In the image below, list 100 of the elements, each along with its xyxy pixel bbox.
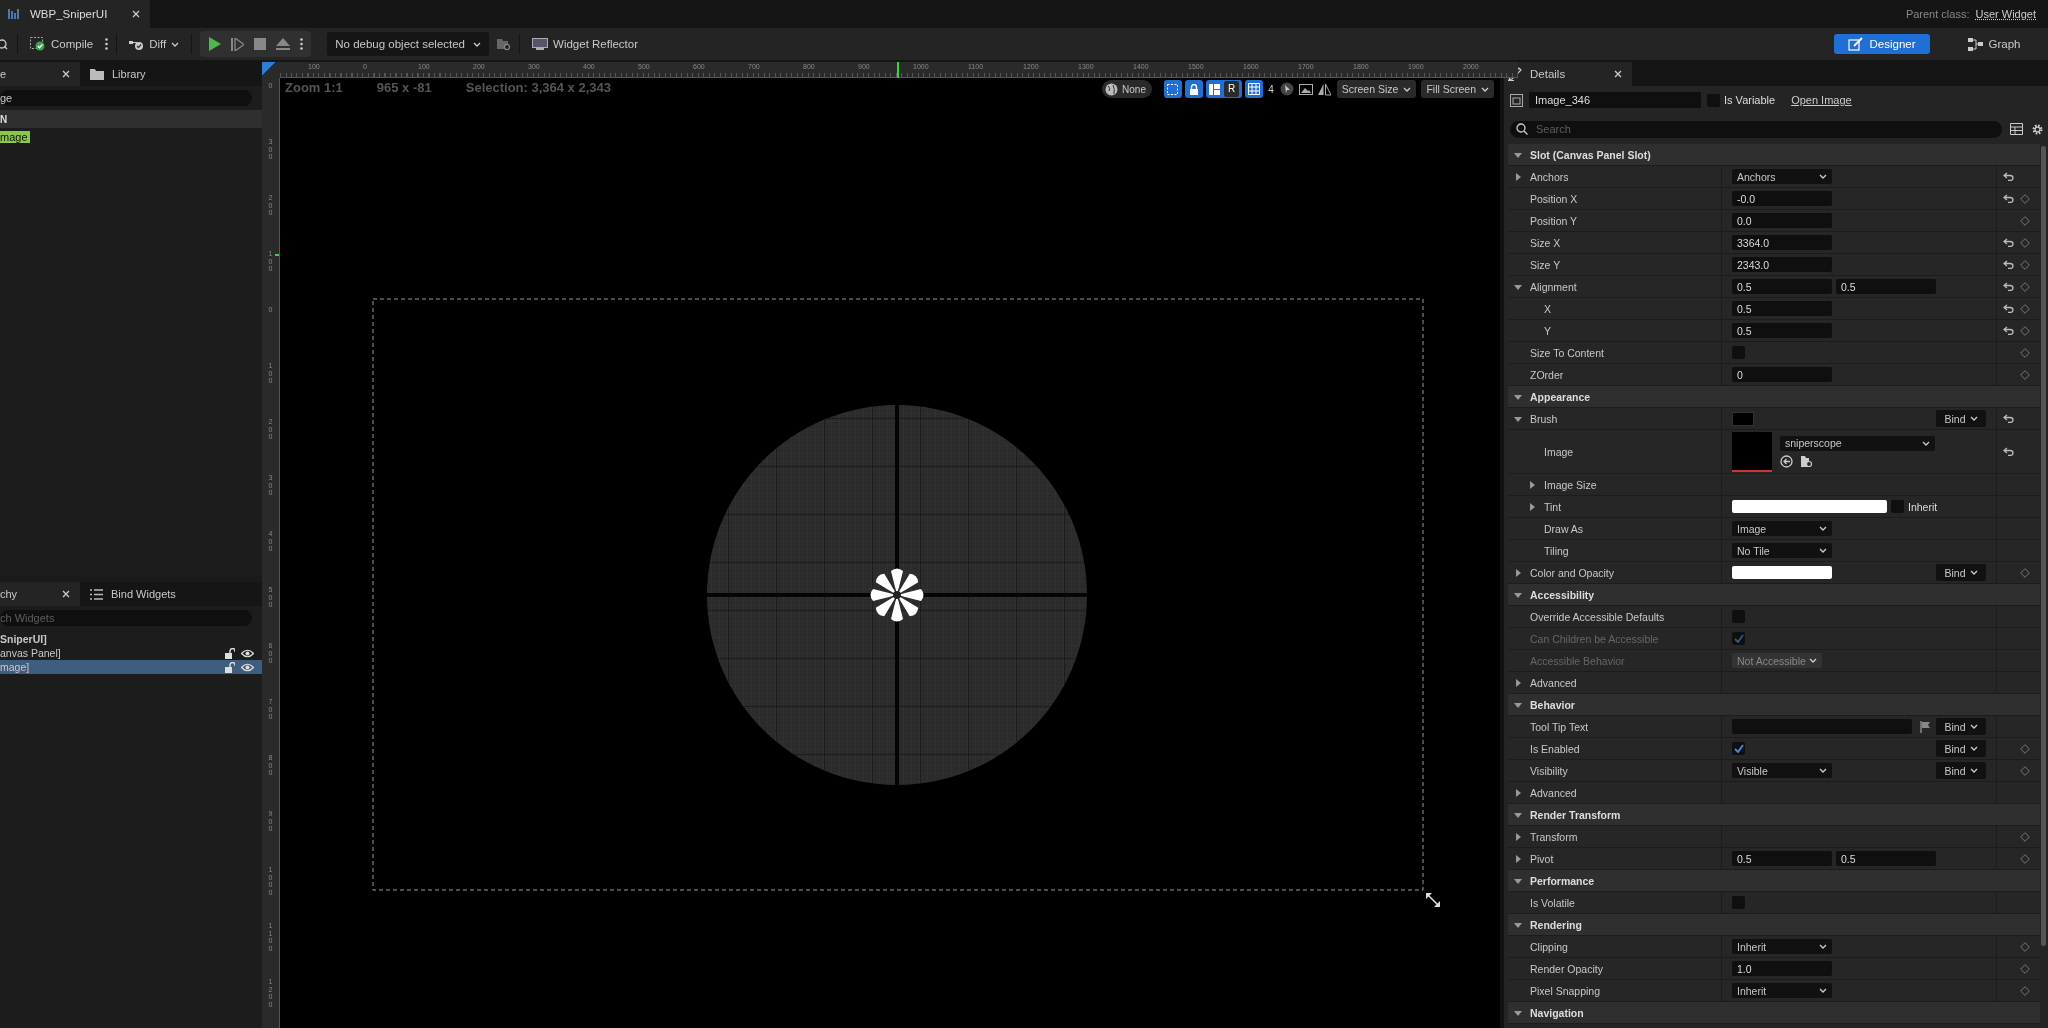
mirror-icon[interactable] [1317,82,1331,96]
more-options-icon[interactable] [105,38,109,50]
close-icon[interactable] [1614,70,1622,78]
number-field[interactable]: 0.5 [1732,851,1832,866]
collapse-arrow-icon[interactable] [1514,150,1522,159]
unlocked-padlock-icon[interactable] [224,647,235,659]
respect-toggle[interactable]: R [1205,80,1243,98]
widget-name-field[interactable]: Image_346 [1529,92,1701,108]
number-field[interactable]: 0.5 [1836,279,1936,294]
number-field[interactable]: 0 [1732,367,1832,382]
table-view-icon[interactable] [2010,123,2023,135]
expand-arrow-icon[interactable] [1514,678,1522,687]
play-icon[interactable] [208,37,222,51]
bind-dropdown[interactable]: Bind [1936,564,1986,581]
lock-toggle[interactable] [1184,80,1203,98]
folder-search-icon[interactable] [497,37,512,51]
reset-arrow-icon[interactable] [2003,194,2014,203]
reset-arrow-icon[interactable] [2003,260,2014,269]
panel-tab[interactable]: chy [0,582,80,606]
panel-tab[interactable]: Bind Widgets [80,582,186,606]
image-icon[interactable] [1298,83,1313,95]
mode-tab[interactable]: Designer [1834,34,1930,54]
collapse-arrow-icon[interactable] [1514,810,1522,819]
panel-tab[interactable]: Library [80,62,160,86]
collapse-arrow-icon[interactable] [1514,590,1522,599]
resize-arrow-icon[interactable] [1426,893,1440,907]
debug-object-dropdown[interactable]: No debug object selected [327,32,490,56]
collapse-arrow-icon[interactable] [1514,414,1522,423]
number-field[interactable]: 1.0 [1732,961,1832,976]
collapse-arrow-icon[interactable] [1514,876,1522,885]
bind-dropdown[interactable]: Bind [1936,718,1986,735]
expand-arrow-icon[interactable] [1514,854,1522,863]
asset-dropdown[interactable]: sniperscope [1780,435,1935,451]
more-options-icon[interactable] [300,38,304,50]
document-tab[interactable]: WBP_SniperUI [0,0,150,28]
flag-icon[interactable] [1920,720,1931,733]
fill-screen-dropdown[interactable]: Fill Screen [1421,80,1494,98]
category-header[interactable]: N [0,110,262,128]
palette-item[interactable]: mage [0,128,262,146]
reset-arrow-icon[interactable] [2003,282,2014,291]
collapse-arrow-icon[interactable] [1514,1008,1522,1017]
reset-arrow-icon[interactable] [2003,238,2014,247]
reset-arrow-icon[interactable] [2003,326,2014,335]
expand-arrow-icon[interactable] [1514,788,1522,797]
section-header[interactable]: Behavior [1508,694,2040,716]
number-field[interactable]: -0.0 [1732,191,1832,206]
scrollbar-thumb[interactable] [2041,146,2046,946]
mode-tab[interactable]: Graph [1946,34,2042,54]
compile-button[interactable]: Compile [26,32,98,56]
close-icon[interactable] [62,590,70,598]
marquee-toggle[interactable] [1163,80,1182,98]
hierarchy-item[interactable]: anvas Panel] [0,646,262,660]
close-icon[interactable] [62,70,70,78]
dropdown[interactable]: Inherit [1732,939,1832,954]
section-header[interactable]: Accessibility [1508,584,2040,606]
reset-arrow-icon[interactable] [2003,172,2014,181]
browse-folder-icon[interactable] [1800,454,1813,468]
localization-button[interactable]: None [1102,80,1152,98]
dropdown[interactable]: Visible [1732,763,1832,778]
checkbox[interactable] [1732,742,1745,755]
expand-arrow-icon[interactable] [1514,568,1522,577]
section-header[interactable]: Rendering [1508,914,2040,936]
brush-swatch[interactable] [1732,411,1754,426]
expand-arrow-icon[interactable] [1528,502,1536,511]
screen-size-dropdown[interactable]: Screen Size [1336,80,1417,98]
cursor-icon[interactable] [1279,82,1294,96]
color-swatch[interactable] [1732,566,1832,579]
dropdown[interactable]: Inherit [1732,983,1832,998]
reset-arrow-icon[interactable] [2003,304,2014,313]
details-tab[interactable]: Details [1504,62,1632,86]
widget-reflector-button[interactable]: Widget Reflector [528,32,643,56]
number-field[interactable]: 2343.0 [1732,257,1832,272]
search-field[interactable]: ge [0,90,252,106]
stop-icon[interactable] [254,38,267,50]
use-selected-arrow-icon[interactable] [1780,454,1793,468]
dropdown[interactable]: Anchors [1732,169,1832,184]
panel-tab[interactable]: e [0,62,80,86]
close-icon[interactable] [132,10,140,18]
reset-arrow-icon[interactable] [2003,447,2014,456]
bind-dropdown[interactable]: Bind [1936,410,1986,427]
color-swatch[interactable] [1732,500,1887,513]
section-header[interactable]: Performance [1508,870,2040,892]
search-field[interactable]: ch Widgets [0,610,252,626]
collapse-arrow-icon[interactable] [1514,920,1522,929]
grid-size-label[interactable]: 4 [1268,83,1274,95]
eject-icon[interactable] [276,38,291,50]
section-header[interactable]: Navigation [1508,1002,2040,1024]
collapse-arrow-icon[interactable] [1514,282,1522,291]
collapse-arrow-icon[interactable] [1514,700,1522,709]
number-field[interactable]: 3364.0 [1732,235,1832,250]
search-box[interactable]: Search [1510,120,2002,138]
collapse-arrow-icon[interactable] [1514,392,1522,401]
step-icon[interactable] [231,37,245,51]
diff-dropdown[interactable]: Diff [125,32,184,56]
number-field[interactable]: 0.5 [1732,301,1832,316]
expand-arrow-icon[interactable] [1528,480,1536,489]
reset-arrow-icon[interactable] [2003,414,2014,423]
section-header[interactable]: Appearance [1508,386,2040,408]
bind-dropdown[interactable]: Bind [1936,740,1986,757]
dropdown[interactable]: No Tile [1732,543,1832,558]
